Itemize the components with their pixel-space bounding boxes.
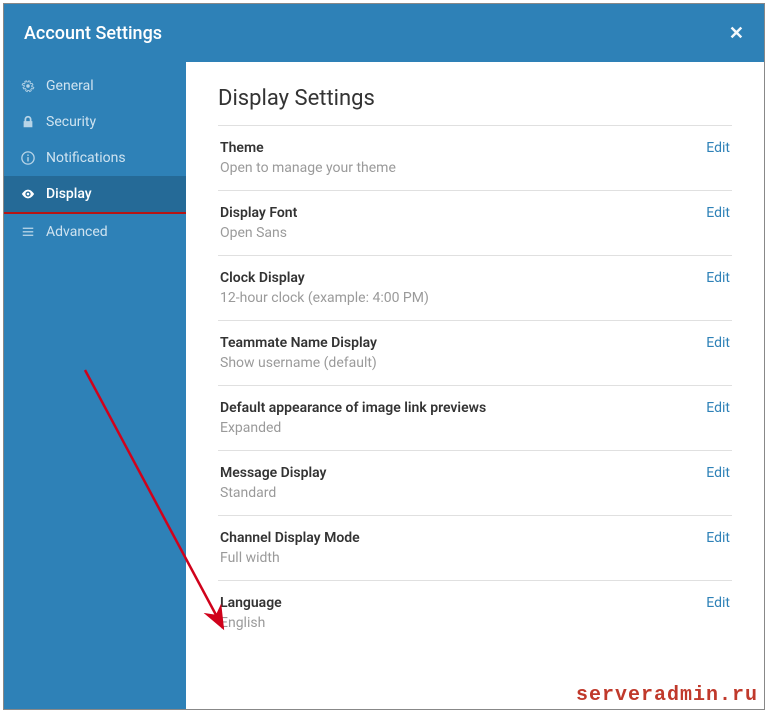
setting-value: Full width (220, 550, 690, 566)
setting-title: Language (220, 595, 690, 611)
dialog-header: Account Settings ✕ (4, 4, 764, 62)
lock-icon (20, 114, 36, 130)
setting-text: Language English (220, 595, 690, 631)
dialog-title: Account Settings (24, 23, 162, 44)
edit-link-clock[interactable]: Edit (690, 270, 730, 286)
setting-title: Display Font (220, 205, 690, 221)
sidebar: General Security Notifications Display (4, 62, 186, 709)
edit-link-theme[interactable]: Edit (690, 140, 730, 156)
sidebar-item-notifications[interactable]: Notifications (4, 140, 186, 176)
setting-value: Open to manage your theme (220, 160, 690, 176)
sidebar-item-label: Advanced (46, 224, 108, 240)
close-button[interactable]: ✕ (729, 23, 744, 44)
setting-text: Message Display Standard (220, 465, 690, 501)
list-icon (20, 224, 36, 240)
setting-row-clock: Clock Display 12-hour clock (example: 4:… (218, 256, 732, 321)
setting-title: Channel Display Mode (220, 530, 690, 546)
dialog-body: General Security Notifications Display (4, 62, 764, 709)
sidebar-item-security[interactable]: Security (4, 104, 186, 140)
setting-title: Message Display (220, 465, 690, 481)
edit-link-font[interactable]: Edit (690, 205, 730, 221)
setting-row-channel-mode: Channel Display Mode Full width Edit (218, 516, 732, 581)
sidebar-item-advanced[interactable]: Advanced (4, 214, 186, 250)
close-icon: ✕ (729, 23, 744, 44)
edit-link-message-display[interactable]: Edit (690, 465, 730, 481)
setting-value: Show username (default) (220, 355, 690, 371)
setting-value: Standard (220, 485, 690, 501)
setting-text: Default appearance of image link preview… (220, 400, 690, 436)
info-icon (20, 150, 36, 166)
page-title: Display Settings (218, 86, 732, 111)
eye-icon (20, 186, 36, 202)
setting-value: English (220, 615, 690, 631)
gear-icon (20, 78, 36, 94)
edit-link-image-preview[interactable]: Edit (690, 400, 730, 416)
setting-text: Clock Display 12-hour clock (example: 4:… (220, 270, 690, 306)
sidebar-item-label: Notifications (46, 150, 126, 166)
setting-text: Theme Open to manage your theme (220, 140, 690, 176)
setting-title: Teammate Name Display (220, 335, 690, 351)
edit-link-language[interactable]: Edit (690, 595, 730, 611)
main-panel: Display Settings Theme Open to manage yo… (186, 62, 764, 709)
settings-list: Theme Open to manage your theme Edit Dis… (218, 125, 732, 645)
sidebar-item-label: General (46, 78, 94, 94)
setting-row-message-display: Message Display Standard Edit (218, 451, 732, 516)
setting-text: Channel Display Mode Full width (220, 530, 690, 566)
sidebar-item-label: Security (46, 114, 96, 130)
account-settings-dialog: Account Settings ✕ General Security (3, 3, 765, 710)
edit-link-channel-mode[interactable]: Edit (690, 530, 730, 546)
edit-link-teammate[interactable]: Edit (690, 335, 730, 351)
setting-title: Default appearance of image link preview… (220, 400, 690, 416)
sidebar-item-label: Display (46, 186, 92, 202)
setting-value: 12-hour clock (example: 4:00 PM) (220, 290, 690, 306)
setting-title: Theme (220, 140, 690, 156)
setting-value: Expanded (220, 420, 690, 436)
sidebar-item-display[interactable]: Display (4, 176, 186, 214)
setting-row-language: Language English Edit (218, 581, 732, 645)
sidebar-item-general[interactable]: General (4, 68, 186, 104)
setting-value: Open Sans (220, 225, 690, 241)
setting-row-font: Display Font Open Sans Edit (218, 191, 732, 256)
setting-text: Display Font Open Sans (220, 205, 690, 241)
setting-row-theme: Theme Open to manage your theme Edit (218, 126, 732, 191)
setting-row-teammate: Teammate Name Display Show username (def… (218, 321, 732, 386)
setting-title: Clock Display (220, 270, 690, 286)
setting-row-image-preview: Default appearance of image link preview… (218, 386, 732, 451)
setting-text: Teammate Name Display Show username (def… (220, 335, 690, 371)
